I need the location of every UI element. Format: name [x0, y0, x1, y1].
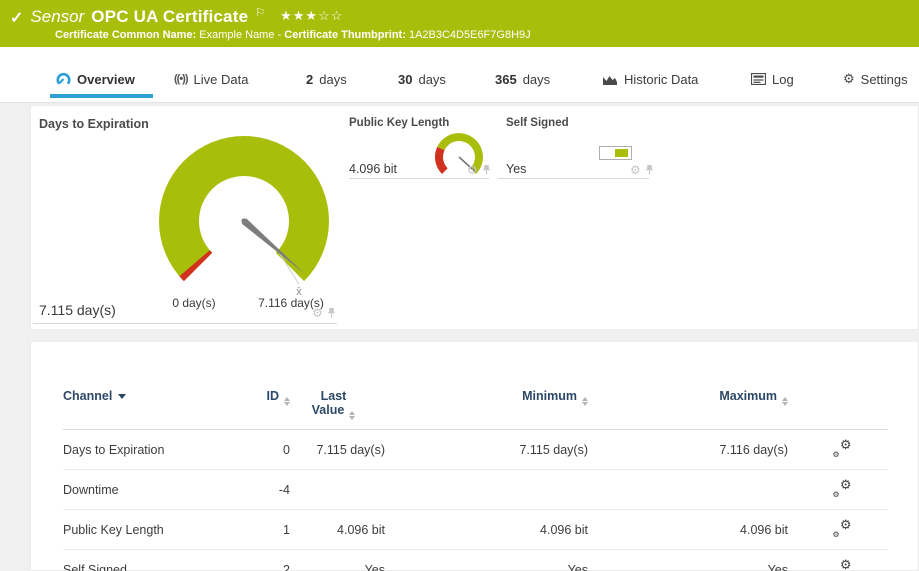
edit-channel-icon[interactable]: ⚙⚙ — [833, 560, 852, 571]
channel-name: Days to Expiration — [63, 430, 226, 470]
common-name-value: Example Name — [199, 29, 274, 41]
sensor-message: Certificate Common Name: Example Name - … — [55, 29, 531, 41]
table-row: Self Signed 2 Yes Yes Yes ⚙⚙ — [63, 550, 888, 571]
channel-name: Public Key Length — [63, 510, 226, 550]
channel-quick-actions[interactable]: ⚙ — [467, 164, 491, 176]
sort-icons — [284, 397, 290, 406]
tab-live-data[interactable]: ((•)) Live Data — [174, 68, 248, 90]
sensor-header: ✓ Sensor OPC UA Certificate ⚐ ★★★☆☆ Cert… — [0, 0, 919, 47]
days-to-expiration-gauge: x̄ — [149, 134, 339, 302]
channel-id: 2 — [226, 550, 290, 571]
tab-overview[interactable]: Overview — [56, 68, 135, 90]
tab-30-days[interactable]: 30days — [398, 68, 446, 90]
channel-maximum — [596, 470, 796, 510]
gauge-title-days-to-expiration: Days to Expiration — [39, 117, 149, 131]
sensor-title: OPC UA Certificate — [91, 7, 248, 27]
object-type-label: Sensor — [30, 7, 84, 27]
divider — [498, 178, 649, 179]
thumbprint-label: Certificate Thumbprint: — [284, 29, 406, 41]
gauge-title-public-key-length: Public Key Length — [349, 117, 449, 129]
edit-channel-icon[interactable]: ⚙⚙ — [833, 480, 852, 497]
column-header-maximum[interactable]: Maximum — [596, 342, 796, 430]
channel-minimum: Yes — [385, 550, 596, 571]
area-chart-icon — [602, 73, 618, 86]
channel-maximum: Yes — [596, 550, 796, 571]
gauge-min-label: 0 day(s) — [149, 296, 239, 310]
column-header-actions — [796, 342, 888, 430]
channel-id: 1 — [226, 510, 290, 550]
table-row: Downtime -4 ⚙⚙ — [63, 470, 888, 510]
column-header-minimum[interactable]: Minimum — [385, 342, 596, 430]
channel-id: 0 — [226, 430, 290, 470]
tab-historic-data[interactable]: Historic Data — [602, 68, 698, 90]
sort-icons — [349, 411, 355, 420]
channel-minimum: 4.096 bit — [385, 510, 596, 550]
channel-last-value: 7.115 day(s) — [290, 430, 385, 470]
gear-icon: ⚙ — [843, 71, 855, 87]
column-header-last-value[interactable]: Last Value — [290, 342, 385, 430]
divider — [349, 178, 489, 179]
channel-quick-actions[interactable]: ⚙ — [630, 164, 654, 176]
self-signed-value: Yes — [506, 162, 526, 176]
pin-icon[interactable] — [482, 164, 491, 176]
days-to-expiration-value: 7.115 day(s) — [39, 302, 116, 318]
channel-minimum: 7.115 day(s) — [385, 430, 596, 470]
status-ok-icon: ✓ — [10, 8, 23, 28]
gear-icon[interactable]: ⚙ — [312, 307, 323, 319]
public-key-length-value: 4.096 bit — [349, 162, 397, 176]
channel-quick-actions[interactable]: ⚙ — [312, 307, 336, 319]
channel-name: Downtime — [63, 470, 226, 510]
sort-icons — [782, 397, 788, 406]
self-signed-indicator — [599, 146, 632, 160]
gauge-red-zone — [435, 147, 448, 174]
flag-icon: ⚐ — [255, 6, 265, 19]
sort-icons — [582, 397, 588, 406]
gear-icon[interactable]: ⚙ — [467, 164, 478, 176]
channel-name: Self Signed — [63, 550, 226, 571]
edit-channel-icon[interactable]: ⚙⚙ — [833, 440, 852, 457]
table-row: Public Key Length 1 4.096 bit 4.096 bit … — [63, 510, 888, 550]
tab-log[interactable]: Log — [751, 68, 794, 90]
edit-channel-icon[interactable]: ⚙⚙ — [833, 520, 852, 537]
prtg-sensor-page: ✓ Sensor OPC UA Certificate ⚐ ★★★☆☆ Cert… — [0, 0, 919, 571]
priority-stars[interactable]: ★★★☆☆ — [280, 8, 343, 24]
tab-2-days[interactable]: 2days — [306, 68, 347, 90]
table-header-row: Channel ID Last Value Minimum Maximum — [63, 342, 888, 430]
gear-icon[interactable]: ⚙ — [630, 164, 641, 176]
channel-maximum: 7.116 day(s) — [596, 430, 796, 470]
channel-maximum: 4.096 bit — [596, 510, 796, 550]
tab-bar: Overview ((•)) Live Data 2days 30days 36… — [0, 47, 919, 103]
pin-icon[interactable] — [645, 164, 654, 176]
channel-last-value — [290, 470, 385, 510]
gauge-title-self-signed: Self Signed — [506, 117, 569, 129]
channels-table: Channel ID Last Value Minimum Maximum — [63, 342, 888, 571]
active-tab-indicator — [50, 94, 153, 98]
gauge-icon — [56, 72, 71, 86]
log-list-icon — [751, 73, 766, 85]
table-row: Days to Expiration 0 7.115 day(s) 7.115 … — [63, 430, 888, 470]
channel-last-value: Yes — [290, 550, 385, 571]
public-key-length-gauge — [431, 131, 489, 184]
sort-desc-icon — [118, 394, 126, 399]
channel-id: -4 — [226, 470, 290, 510]
divider — [33, 323, 337, 324]
tab-settings[interactable]: ⚙ Settings — [843, 68, 908, 90]
tab-365-days[interactable]: 365days — [495, 68, 550, 90]
thumbprint-value: 1A2B3C4D5E6F7G8H9J — [409, 29, 531, 41]
pin-icon[interactable] — [327, 307, 336, 319]
channel-minimum — [385, 470, 596, 510]
indicator-fill — [615, 149, 628, 157]
channel-last-value: 4.096 bit — [290, 510, 385, 550]
column-header-channel[interactable]: Channel — [63, 342, 226, 430]
gauges-panel: Days to Expiration x̄ 0 day(s) 7.116 day… — [30, 105, 919, 330]
column-header-id[interactable]: ID — [226, 342, 290, 430]
broadcast-icon: ((•)) — [174, 73, 188, 85]
common-name-label: Certificate Common Name: — [55, 29, 196, 41]
channels-panel: Channel ID Last Value Minimum Maximum — [30, 341, 919, 571]
